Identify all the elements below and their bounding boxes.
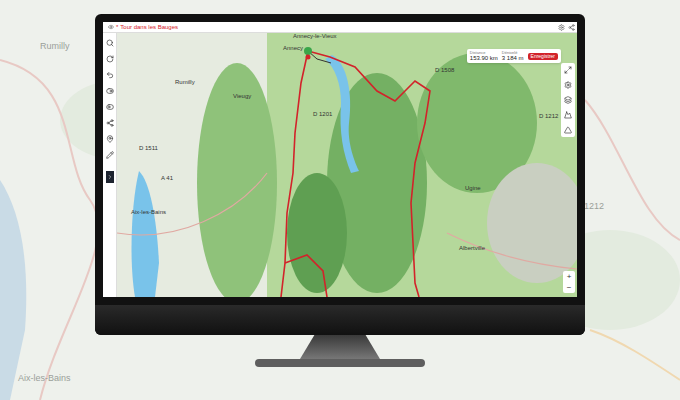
gear-icon[interactable] <box>558 24 565 31</box>
pin-icon[interactable] <box>104 133 116 145</box>
pencil-icon[interactable] <box>104 149 116 161</box>
stat-value: 3 184 m <box>502 55 524 61</box>
layers-icon[interactable] <box>562 94 574 106</box>
route-tab[interactable]: *Tour dans les Bauges <box>105 22 181 32</box>
screen: *Tour dans les BaugesAnnecy-le-VieuxAnne… <box>103 22 577 297</box>
page: Rumilly Aix-les-Bains D 1212 *Tour dans les… <box>0 0 680 400</box>
stat-value: 153.90 km <box>470 55 498 61</box>
undo-icon[interactable] <box>104 69 116 81</box>
monitor-base <box>255 359 425 367</box>
map[interactable]: Annecy-le-Vieux Annecy Rumilly Vieugy Aix-le… <box>117 33 577 297</box>
toggle-icon[interactable] <box>104 101 116 113</box>
redo-icon[interactable] <box>104 53 116 65</box>
right-toolbar <box>561 63 575 137</box>
zoom-out-button[interactable]: − <box>563 282 575 293</box>
toggle-icon[interactable] <box>104 85 116 97</box>
terrain-icon <box>117 33 577 297</box>
stats-panel: Distance153.90 km Dénivelé3 184 m Enregist… <box>467 49 561 63</box>
map-label: D 1212 <box>539 113 558 119</box>
background-label: Aix-les-Bains <box>18 372 71 386</box>
share-icon[interactable] <box>568 24 575 31</box>
zoom-control: +− <box>563 271 575 293</box>
background-label: Rumilly <box>40 40 70 54</box>
mountain-icon[interactable] <box>562 109 574 121</box>
stat: Dénivelé3 184 m <box>502 51 524 61</box>
expand-button[interactable] <box>106 171 114 183</box>
map-label: D 1508 <box>435 67 454 73</box>
map-label: Rumilly <box>175 79 195 85</box>
map-label: D 1201 <box>313 111 332 117</box>
map-label: Vieugy <box>233 93 251 99</box>
map-label: Ugine <box>465 185 481 191</box>
stat-label: Distance <box>470 51 498 55</box>
tab-title: Tour dans les Bauges <box>120 24 178 30</box>
eye-icon <box>108 24 114 30</box>
map-label: Annecy-le-Vieux <box>293 33 337 39</box>
top-bar: *Tour dans les Bauges <box>103 22 577 33</box>
zoom-in-button[interactable]: + <box>563 271 575 282</box>
gear-icon[interactable] <box>562 79 574 91</box>
chevron-right-icon <box>107 174 113 180</box>
monitor-neck <box>300 335 380 359</box>
map-label: Annecy <box>283 45 303 51</box>
stat: Distance153.90 km <box>470 51 498 61</box>
stat-label: Dénivelé <box>502 51 524 55</box>
map-label: A 41 <box>161 175 173 181</box>
fullscreen-icon[interactable] <box>562 64 574 76</box>
route-icon[interactable] <box>104 117 116 129</box>
map-label: Aix-les-Bains <box>131 209 166 215</box>
left-toolbar <box>103 33 117 297</box>
map-label: D 1511 <box>139 145 158 151</box>
search-icon[interactable] <box>104 37 116 49</box>
monitor-chin <box>95 305 585 335</box>
map-label: Albertville <box>459 245 485 251</box>
save-button[interactable]: Enregistrer <box>528 53 558 60</box>
tab-mark: * <box>116 24 118 30</box>
triangle-icon[interactable] <box>562 124 574 136</box>
monitor-frame: *Tour dans les BaugesAnnecy-le-VieuxAnne… <box>95 14 585 335</box>
monitor: *Tour dans les BaugesAnnecy-le-VieuxAnne… <box>0 0 680 367</box>
